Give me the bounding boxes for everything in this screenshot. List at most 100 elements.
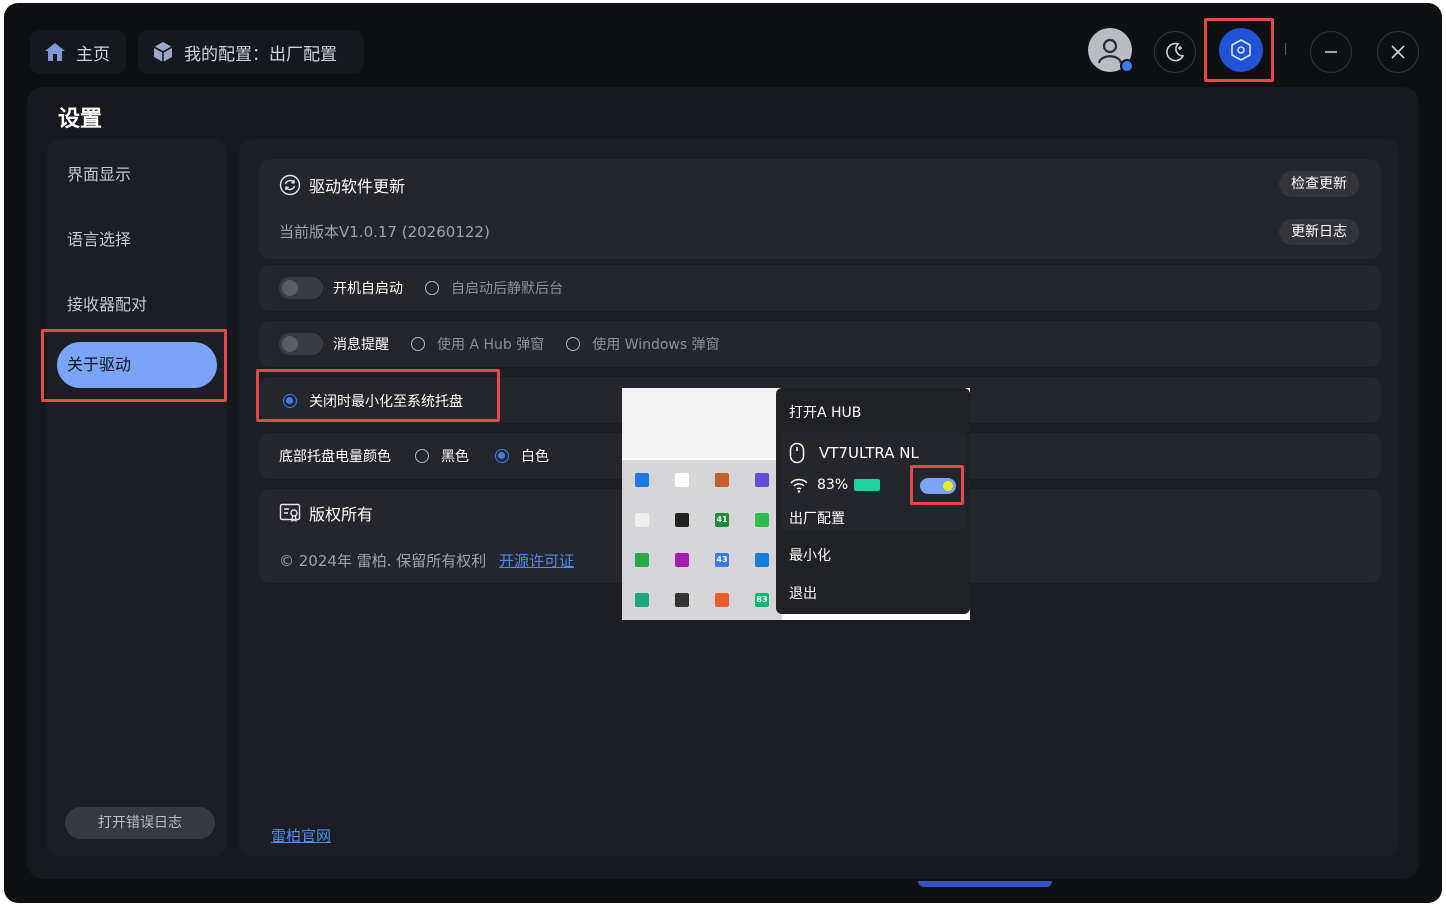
tray-app-icon[interactable] [622, 540, 662, 580]
battery-row: 83% [789, 477, 881, 493]
tray-app-icon-glyph: 43 [715, 553, 729, 567]
user-avatar[interactable] [1088, 28, 1134, 73]
settings-sidebar: 界面显示 语言选择 接收器配对 关于驱动 打开错误日志 [47, 139, 227, 856]
close-icon [1391, 45, 1405, 59]
menu-minimize[interactable]: 最小化 [789, 545, 831, 565]
certificate-icon [279, 503, 301, 523]
cube-icon [153, 42, 173, 62]
tray-icon-grid: 41 43 83 [622, 460, 782, 620]
copyright-title: 版权所有 [279, 501, 373, 525]
close-window-button[interactable] [1377, 31, 1419, 73]
tray-app-icon[interactable]: 43 [702, 540, 742, 580]
minimize-window-button[interactable] [1310, 31, 1352, 73]
silent-start-radio[interactable] [425, 281, 439, 295]
config-button[interactable]: 我的配置：出厂配置 [138, 30, 364, 74]
tray-app-icon-glyph [715, 473, 729, 487]
tray-app-icon-glyph [675, 593, 689, 607]
tray-app-icon-glyph [635, 553, 649, 567]
menu-exit[interactable]: 退出 [789, 583, 817, 603]
black-radio[interactable] [415, 449, 429, 463]
tray-app-icon-glyph [755, 513, 769, 527]
device-name: VT7ULTRA NL [819, 444, 919, 462]
copyright-text: © 2024年 雷柏. 保留所有权利 [279, 552, 487, 570]
tray-app-icon-glyph [635, 593, 649, 607]
sidebar-item-language[interactable]: 语言选择 [67, 226, 131, 250]
tray-app-icon-glyph [715, 593, 729, 607]
windows-popup-label: 使用 Windows 弹窗 [592, 337, 720, 353]
white-label: 白色 [521, 449, 549, 465]
tray-app-icon[interactable] [662, 540, 702, 580]
tray-context-menu: 打开A HUB VT7ULTRA NL 83% 出厂配置 最小化 退出 [776, 388, 970, 614]
notify-label: 消息提醒 [333, 337, 389, 353]
tray-app-icon-glyph [675, 473, 689, 487]
silent-start-label: 自启动后静默后台 [451, 281, 563, 297]
tray-app-icon-glyph [675, 553, 689, 567]
notify-card: 消息提醒 使用 A Hub 弹窗 使用 Windows 弹窗 [259, 321, 1381, 367]
tray-app-icon[interactable] [622, 460, 662, 500]
home-button[interactable]: 主页 [30, 30, 126, 74]
tray-app-icon-glyph: 41 [715, 513, 729, 527]
windows-popup-radio[interactable] [566, 337, 581, 351]
tray-app-icon[interactable] [622, 580, 662, 620]
ahub-popup-label: 使用 A Hub 弹窗 [437, 337, 545, 353]
moon-icon [1166, 42, 1185, 62]
menu-profile[interactable]: 出厂配置 [789, 508, 845, 528]
sidebar-item-receiver[interactable]: 接收器配对 [67, 291, 147, 315]
black-label: 黑色 [441, 449, 469, 465]
autostart-toggle[interactable] [279, 277, 323, 299]
tray-app-icon[interactable] [702, 580, 742, 620]
tray-app-icon[interactable] [702, 460, 742, 500]
open-error-log-button[interactable]: 打开错误日志 [65, 807, 215, 839]
refresh-icon [279, 174, 301, 196]
tray-app-icon[interactable] [662, 460, 702, 500]
battery-percent: 83% [817, 477, 849, 493]
sidebar-item-about[interactable]: 关于驱动 [57, 342, 217, 388]
mouse-icon [789, 442, 805, 464]
notify-toggle[interactable] [279, 333, 323, 355]
sidebar-item-display[interactable]: 界面显示 [67, 161, 131, 185]
update-title: 驱动软件更新 [279, 173, 405, 197]
white-radio[interactable] [495, 449, 509, 463]
device-toggle[interactable] [920, 478, 956, 494]
device-row: VT7ULTRA NL [789, 442, 919, 464]
theme-toggle-button[interactable] [1154, 31, 1196, 73]
system-tray-popup: 41 43 83 打开A HUB VT7ULTRA NL 83% 出厂配置 最小化 … [622, 388, 970, 620]
page-title: 设置 [58, 107, 103, 132]
wifi-icon [790, 478, 808, 493]
minimize-to-tray-label: 关闭时最小化至系统托盘 [309, 394, 463, 410]
tray-app-icon-glyph [635, 513, 649, 527]
avatar-status-badge [1120, 59, 1134, 73]
tray-app-icon-glyph [675, 513, 689, 527]
minimize-icon [1325, 51, 1337, 53]
tray-color-label: 底部托盘电量颜色 [279, 449, 391, 465]
tray-app-icon[interactable] [662, 580, 702, 620]
update-card: 驱动软件更新 检查更新 当前版本V1.0.17 (20260122) 更新日志 [259, 159, 1381, 259]
tray-app-icon[interactable] [662, 500, 702, 540]
tray-header-area [622, 388, 780, 458]
home-icon [45, 43, 65, 61]
ahub-popup-radio[interactable] [411, 337, 425, 351]
check-update-button[interactable]: 检查更新 [1279, 171, 1359, 197]
tray-app-icon[interactable] [622, 500, 662, 540]
battery-icon [854, 479, 881, 491]
tray-app-icon-glyph: 83 [755, 593, 769, 607]
tray-app-icon-glyph [635, 473, 649, 487]
changelog-button[interactable]: 更新日志 [1279, 219, 1359, 245]
tray-app-icon-glyph [755, 473, 769, 487]
license-link[interactable]: 开源许可证 [499, 552, 574, 570]
bottom-indicator [918, 881, 1052, 887]
tray-app-icon[interactable]: 41 [702, 500, 742, 540]
settings-button[interactable] [1219, 28, 1263, 72]
autostart-card: 开机自启动 自启动后静默后台 [259, 265, 1381, 311]
home-label: 主页 [76, 44, 110, 65]
config-label: 我的配置：出厂配置 [184, 44, 337, 65]
user-icon [1097, 38, 1123, 64]
settings-hexagon-icon [1231, 39, 1251, 61]
official-site-link[interactable]: 雷柏官网 [271, 825, 331, 846]
autostart-label: 开机自启动 [333, 281, 403, 297]
version-text: 当前版本V1.0.17 (20260122) [279, 223, 490, 241]
menu-open-hub[interactable]: 打开A HUB [789, 402, 861, 422]
minimize-to-tray-radio[interactable] [283, 394, 297, 408]
tray-app-icon-glyph [755, 553, 769, 567]
header-separator [1285, 43, 1286, 55]
